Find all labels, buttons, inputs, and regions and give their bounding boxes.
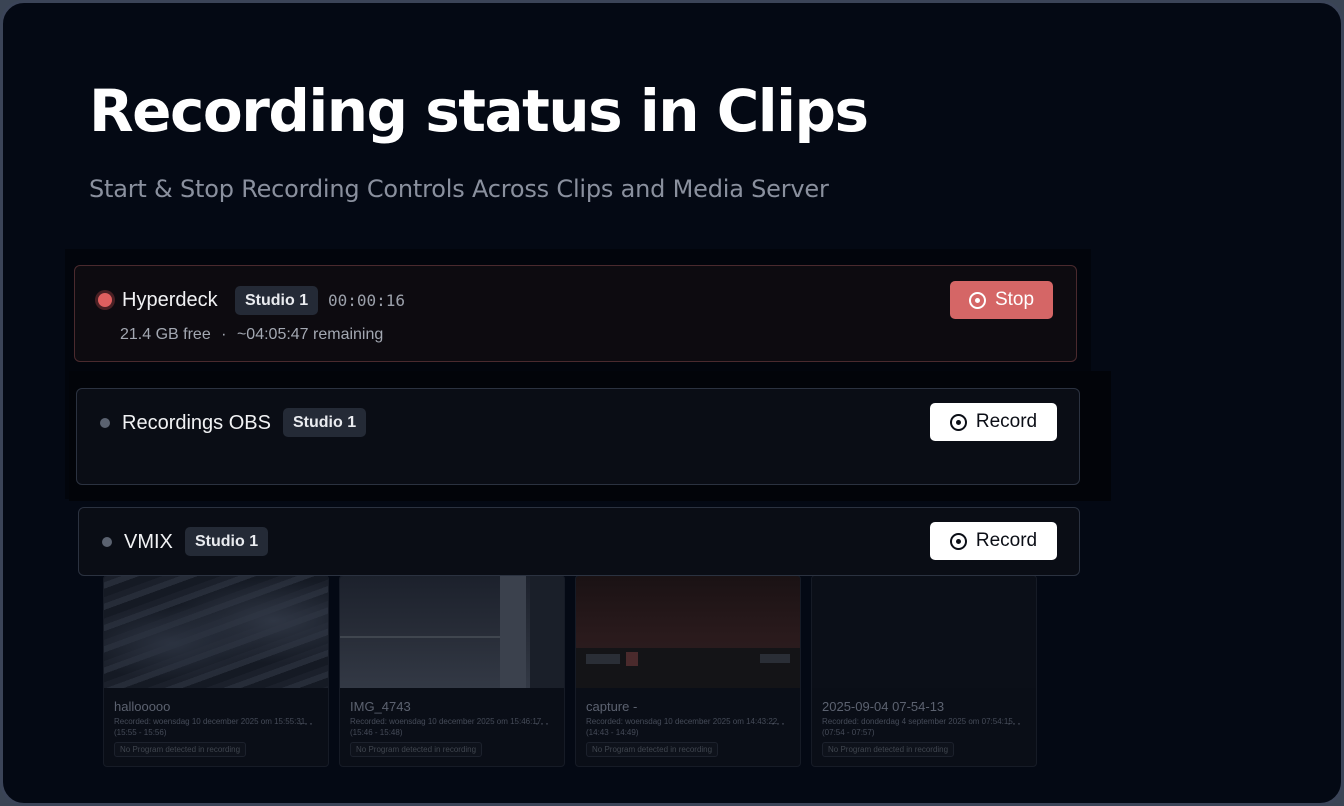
page-subtitle: Start & Stop Recording Controls Across C… [89,175,829,203]
clip-recorded-date: Recorded: woensdag 10 december 2025 om 1… [114,717,306,737]
record-button-label: Record [975,530,1038,551]
source-card-obs: Recordings OBS Studio 1 Record [76,388,1080,485]
record-button[interactable]: Record [930,522,1057,560]
status-indicator-dot [102,537,112,547]
studio-badge: Studio 1 [283,408,367,437]
source-name: Hyperdeck [122,289,218,311]
free-space: 21.4 GB free [120,326,211,343]
clip-recorded-date: Recorded: woensdag 10 december 2025 om 1… [586,717,778,737]
clip-card[interactable]: capture - Recorded: woensdag 10 december… [575,575,801,767]
more-options-icon[interactable]: ··· [535,716,550,730]
storage-info: 21.4 GB free · ~04:05:47 remaining [120,326,383,344]
clip-thumbnail[interactable] [340,576,564,688]
recording-indicator-dot [98,293,112,307]
more-options-icon[interactable]: ··· [771,716,786,730]
stop-circle-icon [968,291,986,309]
clip-card[interactable]: 2025-09-04 07-54-13 Recorded: donderdag … [811,575,1037,767]
record-button-label: Record [975,411,1038,432]
app-window: Recording status in Clips Start & Stop R… [0,0,1344,806]
clip-thumbnail[interactable] [104,576,328,688]
clip-title: hallooooo [114,699,171,714]
status-indicator-dot [100,418,110,428]
clip-thumbnail[interactable] [576,576,800,688]
record-button[interactable]: Record [930,403,1057,441]
stop-button-label: Stop [994,289,1035,310]
record-circle-icon [949,413,967,431]
page-title: Recording status in Clips [89,77,869,145]
clip-program-badge: No Program detected in recording [822,742,955,757]
clip-recorded-date: Recorded: donderdag 4 september 2025 om … [822,717,1013,737]
clip-card[interactable]: IMG_4743 Recorded: woensdag 10 december … [339,575,565,767]
studio-badge: Studio 1 [235,286,319,315]
more-options-icon[interactable]: ··· [1007,716,1022,730]
stop-button[interactable]: Stop [950,281,1053,319]
source-name: VMIX [124,531,173,553]
clip-recorded-date: Recorded: woensdag 10 december 2025 om 1… [350,717,542,737]
clips-gallery: hallooooo Recorded: woensdag 10 december… [103,575,1037,767]
clip-card[interactable]: hallooooo Recorded: woensdag 10 december… [103,575,329,767]
record-circle-icon [949,532,967,550]
clip-program-badge: No Program detected in recording [350,742,483,757]
clip-title: capture - [586,699,638,714]
meta-separator: · [221,326,227,343]
recording-timer: 00:00:16 [328,291,406,310]
source-card-hyperdeck: Hyperdeck Studio 1 00:00:16 21.4 GB free… [74,265,1077,362]
clip-title: IMG_4743 [350,699,411,714]
remaining-time: ~04:05:47 remaining [236,326,384,343]
clip-program-badge: No Program detected in recording [586,742,719,757]
source-name: Recordings OBS [122,412,271,434]
more-options-icon[interactable]: ··· [299,716,314,730]
clip-program-badge: No Program detected in recording [114,742,247,757]
source-card-vmix: VMIX Studio 1 Record [78,507,1080,576]
clip-title: 2025-09-04 07-54-13 [822,699,945,714]
clip-thumbnail[interactable] [812,576,1036,688]
studio-badge: Studio 1 [185,527,269,556]
